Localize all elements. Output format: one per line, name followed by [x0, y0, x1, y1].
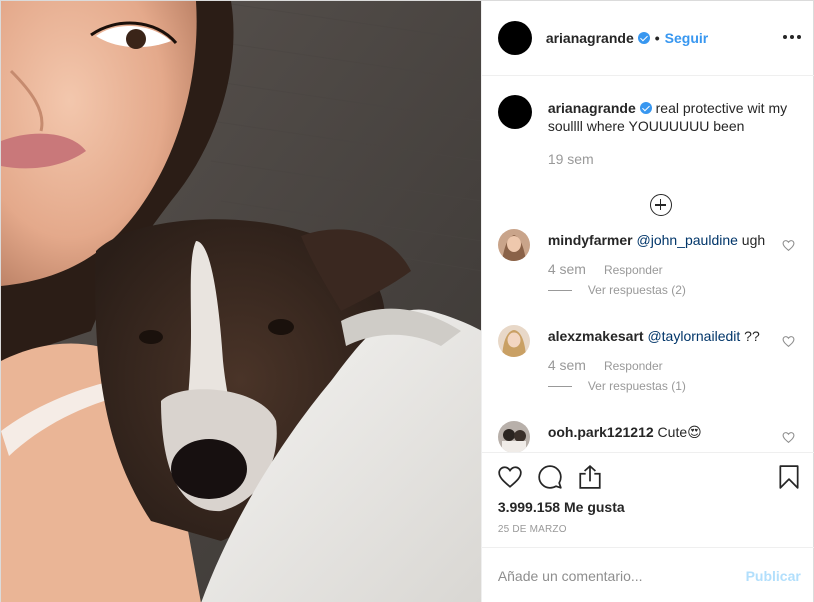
publish-button[interactable]: Publicar: [746, 568, 801, 584]
share-icon[interactable]: [577, 464, 603, 490]
comment-time: 4 sem: [547, 261, 586, 277]
view-replies-label: Ver respuestas (2): [587, 283, 686, 297]
comment-text: ooh.park121212 Cute😍: [548, 423, 770, 441]
verified-badge-icon: [637, 32, 650, 44]
caption-text: arianagrande real protective wit my soul…: [548, 99, 798, 135]
comment-body: ugh: [737, 232, 766, 248]
verified-badge-icon: [639, 102, 652, 114]
post-side-panel: arianagrande • Seguir arianagrande real pr…: [480, 1, 814, 602]
author-avatar[interactable]: [497, 21, 532, 55]
follow-button[interactable]: Seguir: [665, 30, 709, 46]
add-comment-bar: Publicar: [481, 547, 814, 602]
replies-divider: [547, 290, 572, 292]
commenter-avatar[interactable]: [497, 325, 530, 357]
comments-list[interactable]: arianagrande real protective wit my soul…: [482, 77, 814, 452]
caption-username[interactable]: arianagrande: [548, 100, 636, 116]
post-actions: 3.999.158 Me gusta 25 DE MARZO: [481, 452, 814, 547]
plus-circle-icon[interactable]: [649, 194, 672, 216]
header-user-line: arianagrande • Seguir: [546, 30, 708, 46]
more-options-icon[interactable]: [782, 30, 801, 44]
comment-text: alexzmakesart @taylornailedit ??: [548, 327, 770, 345]
caption-time: 19 sem: [547, 151, 594, 167]
reply-button[interactable]: Responder: [604, 359, 663, 373]
view-replies-button[interactable]: Ver respuestas (2): [547, 283, 686, 297]
header-separator: •: [654, 30, 660, 46]
likes-count[interactable]: 3.999.158 Me gusta: [498, 499, 625, 515]
comment-bubble-icon[interactable]: [537, 464, 563, 490]
comment-meta: 4 sem Responder: [548, 261, 663, 277]
comment-username[interactable]: mindyfarmer: [548, 232, 633, 248]
comment-input[interactable]: [497, 566, 738, 586]
heart-icon[interactable]: [782, 335, 795, 348]
commenter-avatar[interactable]: [497, 421, 530, 452]
comment-meta: 4 sem Responder: [548, 357, 663, 373]
comment-username[interactable]: alexzmakesart: [548, 328, 644, 344]
comment-mention[interactable]: @taylornailedit: [647, 328, 740, 344]
replies-divider: [547, 386, 572, 388]
comment-body: Cute: [653, 424, 688, 440]
view-replies-button[interactable]: Ver respuestas (1): [547, 379, 686, 393]
post-photo[interactable]: [1, 1, 481, 602]
commenter-avatar[interactable]: [497, 229, 530, 261]
heart-icon[interactable]: [782, 431, 795, 444]
view-replies-label: Ver respuestas (1): [587, 379, 686, 393]
post-header: arianagrande • Seguir: [481, 1, 814, 76]
reply-button[interactable]: Responder: [604, 263, 663, 277]
comment-username[interactable]: ooh.park121212: [548, 424, 654, 440]
selfie-with-dog-image: [1, 1, 481, 602]
caption-avatar[interactable]: [497, 95, 532, 129]
heart-icon[interactable]: [497, 464, 523, 490]
comment-mention[interactable]: @john_pauldine: [637, 232, 738, 248]
comment-body: ??: [740, 328, 760, 344]
heart-eyes-emoji-icon: 😍: [687, 424, 702, 440]
bookmark-icon[interactable]: [776, 464, 802, 490]
instagram-post: arianagrande • Seguir arianagrande real pr…: [0, 0, 814, 602]
post-date: 25 DE MARZO: [497, 524, 567, 535]
author-username[interactable]: arianagrande: [546, 30, 634, 46]
comment-time: 4 sem: [547, 357, 586, 373]
heart-icon[interactable]: [782, 239, 795, 252]
comment-text: mindyfarmer @john_pauldine ugh: [548, 231, 770, 249]
